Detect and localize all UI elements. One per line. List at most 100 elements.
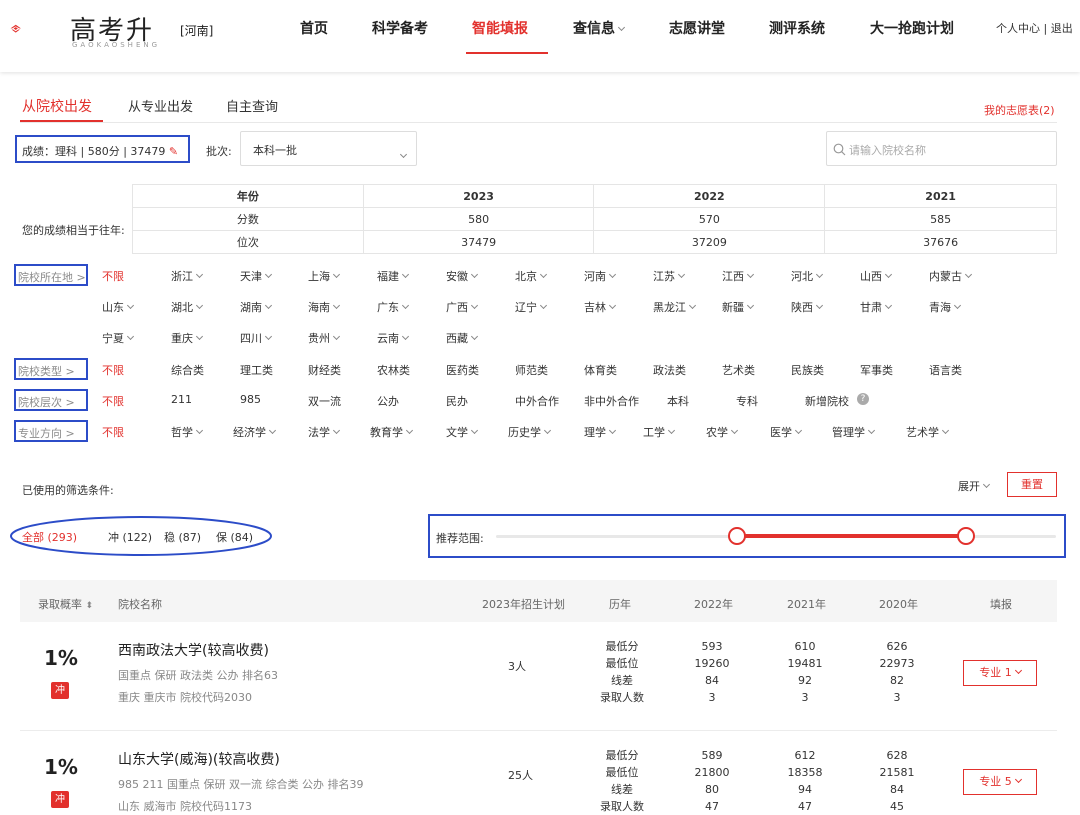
level-option[interactable]: 985 <box>240 393 261 406</box>
level-option[interactable]: 211 <box>171 393 192 406</box>
major-select-button[interactable]: 专业 5 <box>963 769 1037 795</box>
location-option[interactable]: 重庆 <box>171 330 204 346</box>
location-option[interactable]: 河南 <box>584 268 617 284</box>
score-summary[interactable]: 成绩：理科 | 580分 | 37479 ✎ <box>22 143 178 159</box>
school-name[interactable]: 山东大学(威海)(较高收费) <box>118 749 280 769</box>
type-option[interactable]: 师范类 <box>515 362 548 378</box>
level-option[interactable]: 本科 <box>667 393 689 409</box>
filter-type-label[interactable]: 院校类型 > <box>18 363 75 379</box>
expand-toggle[interactable]: 展开 <box>958 478 991 494</box>
type-option[interactable]: 农林类 <box>377 362 410 378</box>
location-option[interactable]: 北京 <box>515 268 548 284</box>
my-list-link[interactable]: 我的志愿表(2) <box>984 102 1055 118</box>
type-option[interactable]: 理工类 <box>240 362 273 378</box>
batch-select[interactable]: 本科一批 <box>240 131 417 166</box>
type-option[interactable]: 不限 <box>102 362 124 378</box>
location-option[interactable]: 辽宁 <box>515 299 548 315</box>
location-option[interactable]: 广东 <box>377 299 410 315</box>
filter-major-label[interactable]: 专业方向 > <box>18 425 75 441</box>
location-option[interactable]: 吉林 <box>584 299 617 315</box>
location-option[interactable]: 宁夏 <box>102 330 135 346</box>
location-option[interactable]: 黑龙江 <box>653 299 697 315</box>
level-option[interactable]: 专科 <box>736 393 758 409</box>
major-option[interactable]: 教育学 <box>370 424 414 440</box>
type-option[interactable]: 军事类 <box>860 362 893 378</box>
major-option[interactable]: 管理学 <box>832 424 876 440</box>
location-option[interactable]: 贵州 <box>308 330 341 346</box>
tab-from-major[interactable]: 从专业出发 <box>128 96 193 115</box>
tab-from-school[interactable]: 从院校出发 <box>22 96 92 116</box>
location-option[interactable]: 新疆 <box>722 299 755 315</box>
location-option[interactable]: 福建 <box>377 268 410 284</box>
location-option[interactable]: 海南 <box>308 299 341 315</box>
type-option[interactable]: 民族类 <box>791 362 824 378</box>
major-option[interactable]: 文学 <box>446 424 479 440</box>
reset-button[interactable]: 重置 <box>1007 472 1057 497</box>
level-option[interactable]: 非中外合作 <box>584 393 639 409</box>
major-select-button[interactable]: 专业 1 <box>963 660 1037 686</box>
level-option[interactable]: 不限 <box>102 393 124 409</box>
major-option[interactable]: 农学 <box>706 424 739 440</box>
location-option[interactable]: 山东 <box>102 299 135 315</box>
nav-freshman[interactable]: 大一抢跑计划 <box>870 18 954 38</box>
location-option[interactable]: 浙江 <box>171 268 204 284</box>
filter-all[interactable]: 全部 (293) <box>22 529 77 545</box>
location-option[interactable]: 不限 <box>102 268 124 284</box>
header-probability[interactable]: 录取概率 ⬍ <box>38 596 93 612</box>
nav-smart-fill[interactable]: 智能填报 <box>472 18 528 38</box>
range-handle-low[interactable] <box>727 527 746 545</box>
location-option[interactable]: 甘肃 <box>860 299 893 315</box>
filter-chong[interactable]: 冲 (122) <box>108 529 152 545</box>
major-option[interactable]: 历史学 <box>508 424 552 440</box>
major-option[interactable]: 不限 <box>102 424 124 440</box>
filter-wen[interactable]: 稳 (87) <box>164 529 201 545</box>
nav-info[interactable]: 查信息 <box>573 18 626 38</box>
school-search-input[interactable]: 请输入院校名称 <box>826 131 1057 166</box>
nav-prep[interactable]: 科学备考 <box>372 18 428 38</box>
major-option[interactable]: 医学 <box>770 424 803 440</box>
level-option[interactable]: 新增院校 <box>805 393 849 409</box>
location-option[interactable]: 河北 <box>791 268 824 284</box>
major-option[interactable]: 法学 <box>308 424 341 440</box>
level-option[interactable]: 民办 <box>446 393 468 409</box>
major-option[interactable]: 工学 <box>643 424 676 440</box>
school-name[interactable]: 西南政法大学(较高收费) <box>118 640 269 660</box>
filter-level-label[interactable]: 院校层次 > <box>18 394 75 410</box>
location-option[interactable]: 江西 <box>722 268 755 284</box>
location-option[interactable]: 内蒙古 <box>929 268 973 284</box>
tab-self-query[interactable]: 自主查询 <box>226 96 278 115</box>
nav-home[interactable]: 首页 <box>300 18 328 38</box>
level-option[interactable]: 双一流 <box>308 393 341 409</box>
level-option[interactable]: 中外合作 <box>515 393 559 409</box>
filter-bao[interactable]: 保 (84) <box>216 529 253 545</box>
major-option[interactable]: 哲学 <box>171 424 204 440</box>
type-option[interactable]: 体育类 <box>584 362 617 378</box>
location-option[interactable]: 青海 <box>929 299 962 315</box>
type-option[interactable]: 艺术类 <box>722 362 755 378</box>
location-option[interactable]: 安徽 <box>446 268 479 284</box>
location-option[interactable]: 湖北 <box>171 299 204 315</box>
nav-lecture[interactable]: 志愿讲堂 <box>669 18 725 38</box>
type-option[interactable]: 政法类 <box>653 362 686 378</box>
location-option[interactable]: 西藏 <box>446 330 479 346</box>
user-links[interactable]: 个人中心 | 退出 <box>996 20 1073 36</box>
type-option[interactable]: 语言类 <box>929 362 962 378</box>
location-option[interactable]: 广西 <box>446 299 479 315</box>
location-option[interactable]: 天津 <box>240 268 273 284</box>
edit-icon[interactable]: ✎ <box>169 145 178 158</box>
location-option[interactable]: 湖南 <box>240 299 273 315</box>
logo-icon[interactable] <box>10 12 70 48</box>
location-option[interactable]: 上海 <box>308 268 341 284</box>
major-option[interactable]: 艺术学 <box>906 424 950 440</box>
nav-assessment[interactable]: 测评系统 <box>769 18 825 38</box>
type-option[interactable]: 综合类 <box>171 362 204 378</box>
type-option[interactable]: 财经类 <box>308 362 341 378</box>
sort-icon[interactable]: ⬍ <box>86 601 94 611</box>
location-option[interactable]: 江苏 <box>653 268 686 284</box>
major-option[interactable]: 经济学 <box>233 424 277 440</box>
help-icon[interactable]: ? <box>857 393 869 405</box>
location-option[interactable]: 四川 <box>240 330 273 346</box>
type-option[interactable]: 医药类 <box>446 362 479 378</box>
level-option[interactable]: 公办 <box>377 393 399 409</box>
location-option[interactable]: 云南 <box>377 330 410 346</box>
